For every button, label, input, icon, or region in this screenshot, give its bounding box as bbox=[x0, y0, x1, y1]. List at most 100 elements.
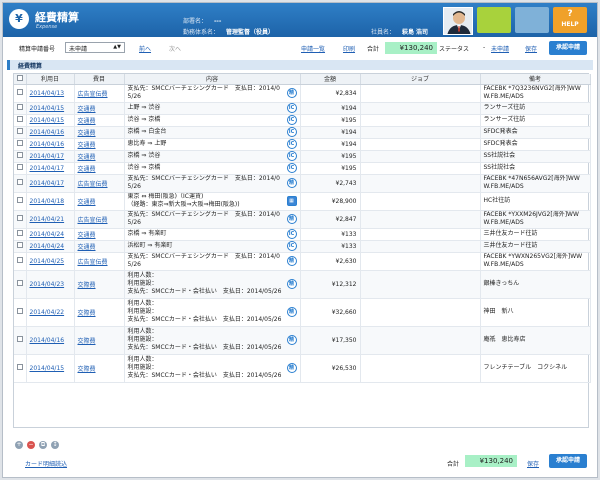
job-cell[interactable] bbox=[360, 138, 481, 151]
expense-item-link[interactable]: 交通費 bbox=[78, 166, 96, 173]
item-cell[interactable]: 交際費 bbox=[74, 270, 125, 299]
row-select-cell[interactable] bbox=[14, 354, 27, 383]
job-cell[interactable] bbox=[360, 150, 481, 163]
expense-item-link[interactable]: 広告宣伝費 bbox=[78, 217, 108, 224]
date-link[interactable]: 2014/04/17 bbox=[30, 180, 65, 187]
expense-item-link[interactable]: 交通費 bbox=[78, 244, 96, 251]
row-select-cell[interactable] bbox=[14, 326, 27, 355]
expense-item-link[interactable]: 交通費 bbox=[78, 130, 96, 137]
ic-card-icon[interactable]: IC bbox=[286, 139, 297, 149]
row-select-cell[interactable] bbox=[14, 102, 27, 115]
row-checkbox[interactable] bbox=[17, 152, 23, 158]
expense-card-icon[interactable]: 精 bbox=[286, 214, 297, 224]
table-row[interactable]: 2014/04/21 広告宣伝費 支払先：SMCCバーチェシングカード 支払日：20… bbox=[14, 210, 591, 229]
shortcut-tile-blue[interactable] bbox=[515, 7, 549, 33]
row-checkbox[interactable] bbox=[17, 179, 23, 185]
row-select-cell[interactable] bbox=[14, 138, 27, 151]
expense-item-link[interactable]: 交通費 bbox=[78, 118, 96, 125]
table-row[interactable]: 2014/04/13 広告宣伝費 支払先：SMCCバーチェシングカード 支払日：20… bbox=[14, 84, 591, 103]
date-cell[interactable]: 2014/04/16 bbox=[26, 138, 75, 151]
table-row[interactable]: 2014/04/15 交通費 渋谷 ⇒ 京橋 IC ¥195 ランサーズ往訪 bbox=[14, 114, 591, 127]
item-cell[interactable]: 交通費 bbox=[74, 240, 125, 253]
date-link[interactable]: 2014/04/15 bbox=[30, 105, 65, 112]
table-row[interactable]: 2014/04/17 交通費 渋谷 ⇒ 京橋 IC ¥195 SS社説社会 bbox=[14, 162, 591, 175]
row-checkbox[interactable] bbox=[17, 116, 23, 122]
table-row[interactable]: 2014/04/16 交通費 京橋 ⇒ 白金台 IC ¥194 SFDC発表会 bbox=[14, 126, 591, 139]
item-cell[interactable]: 交際費 bbox=[74, 298, 125, 327]
date-link[interactable]: 2014/04/23 bbox=[30, 281, 65, 288]
expense-card-icon[interactable]: 精 bbox=[286, 363, 297, 373]
item-cell[interactable]: 交通費 bbox=[74, 162, 125, 175]
item-cell[interactable]: 交通費 bbox=[74, 228, 125, 241]
date-link[interactable]: 2014/04/16 bbox=[30, 129, 65, 136]
table-row[interactable]: 2014/04/22 交際費 利用人数： 利用施設： 支払先：SMCCカード・会社払… bbox=[14, 298, 591, 327]
expense-card-icon[interactable]: 精 bbox=[286, 256, 297, 266]
item-cell[interactable]: 広告宣伝費 bbox=[74, 210, 125, 229]
status-select[interactable]: 未申請 ▲▼ bbox=[65, 42, 125, 53]
item-cell[interactable]: 交通費 bbox=[74, 114, 125, 127]
expense-item-link[interactable]: 交通費 bbox=[78, 142, 96, 149]
column-header-note[interactable]: 備考 bbox=[480, 74, 591, 85]
job-cell[interactable] bbox=[360, 326, 481, 355]
job-cell[interactable] bbox=[360, 354, 481, 383]
expense-item-link[interactable]: 交通費 bbox=[78, 154, 96, 161]
row-select-cell[interactable] bbox=[14, 240, 27, 253]
table-row[interactable]: 2014/04/16 交通費 恵比寿 ⇒ 上野 IC ¥194 SFDC発表会 bbox=[14, 138, 591, 151]
ic-card-icon[interactable]: IC bbox=[286, 103, 297, 113]
date-cell[interactable]: 2014/04/17 bbox=[26, 150, 75, 163]
apply-list-link[interactable]: 申請一覧 bbox=[301, 44, 325, 53]
expense-card-icon[interactable]: 精 bbox=[286, 178, 297, 188]
submit-approval-button[interactable]: 承認申請 bbox=[549, 41, 587, 55]
shortcut-tile-green[interactable] bbox=[477, 7, 511, 33]
date-link[interactable]: 2014/04/25 bbox=[30, 258, 65, 265]
date-cell[interactable]: 2014/04/18 bbox=[26, 192, 75, 211]
ic-card-icon[interactable]: IC bbox=[286, 229, 297, 239]
row-checkbox[interactable] bbox=[17, 140, 23, 146]
save-link[interactable]: 保存 bbox=[525, 44, 537, 53]
row-select-cell[interactable] bbox=[14, 192, 27, 211]
item-cell[interactable]: 交通費 bbox=[74, 138, 125, 151]
expense-card-icon[interactable]: 精 bbox=[286, 307, 297, 317]
row-select-cell[interactable] bbox=[14, 84, 27, 103]
footer-save-link[interactable]: 保存 bbox=[527, 459, 539, 468]
job-cell[interactable] bbox=[360, 126, 481, 139]
row-checkbox[interactable] bbox=[17, 242, 23, 248]
copy-row-icon[interactable]: ⧉ bbox=[39, 441, 47, 449]
row-checkbox[interactable] bbox=[17, 89, 23, 95]
expense-item-link[interactable]: 交通費 bbox=[78, 199, 96, 206]
item-cell[interactable]: 交通費 bbox=[74, 150, 125, 163]
table-row[interactable]: 2014/04/15 交際費 利用人数： 利用施設： 支払先：SMCCカード・会社払… bbox=[14, 354, 591, 383]
row-checkbox[interactable] bbox=[17, 364, 23, 370]
table-row[interactable]: 2014/04/24 交通費 浜松町 ⇒ 有楽町 IC ¥133 三井住友カード往訪 bbox=[14, 240, 591, 253]
date-cell[interactable]: 2014/04/15 bbox=[26, 114, 75, 127]
date-cell[interactable]: 2014/04/17 bbox=[26, 162, 75, 175]
user-avatar[interactable] bbox=[443, 7, 473, 35]
column-header-item[interactable]: 費目 bbox=[74, 74, 125, 85]
row-checkbox[interactable] bbox=[17, 215, 23, 221]
footer-submit-button[interactable]: 承認申請 bbox=[549, 454, 587, 468]
help-button[interactable]: ? HELP bbox=[553, 7, 587, 33]
row-select-cell[interactable] bbox=[14, 298, 27, 327]
date-link[interactable]: 2014/04/17 bbox=[30, 153, 65, 160]
move-row-icon[interactable]: ↕ bbox=[51, 441, 59, 449]
date-cell[interactable]: 2014/04/21 bbox=[26, 210, 75, 229]
item-cell[interactable]: 交通費 bbox=[74, 192, 125, 211]
row-checkbox[interactable] bbox=[17, 280, 23, 286]
item-cell[interactable]: 交通費 bbox=[74, 102, 125, 115]
date-link[interactable]: 2014/04/18 bbox=[30, 198, 65, 205]
status-value-link[interactable]: 未申請 bbox=[491, 44, 509, 53]
row-checkbox[interactable] bbox=[17, 104, 23, 110]
job-cell[interactable] bbox=[360, 252, 481, 271]
job-cell[interactable] bbox=[360, 192, 481, 211]
item-cell[interactable]: 交際費 bbox=[74, 354, 125, 383]
row-checkbox[interactable] bbox=[17, 336, 23, 342]
date-link[interactable]: 2014/04/22 bbox=[30, 309, 65, 316]
select-all-header[interactable] bbox=[14, 74, 27, 85]
column-header-date[interactable]: 利用日 bbox=[26, 74, 75, 85]
date-link[interactable]: 2014/04/24 bbox=[30, 243, 65, 250]
remove-row-icon[interactable]: − bbox=[27, 441, 35, 449]
row-select-cell[interactable] bbox=[14, 210, 27, 229]
date-link[interactable]: 2014/04/21 bbox=[30, 216, 65, 223]
date-cell[interactable]: 2014/04/22 bbox=[26, 298, 75, 327]
expense-item-link[interactable]: 広告宣伝費 bbox=[78, 259, 108, 266]
